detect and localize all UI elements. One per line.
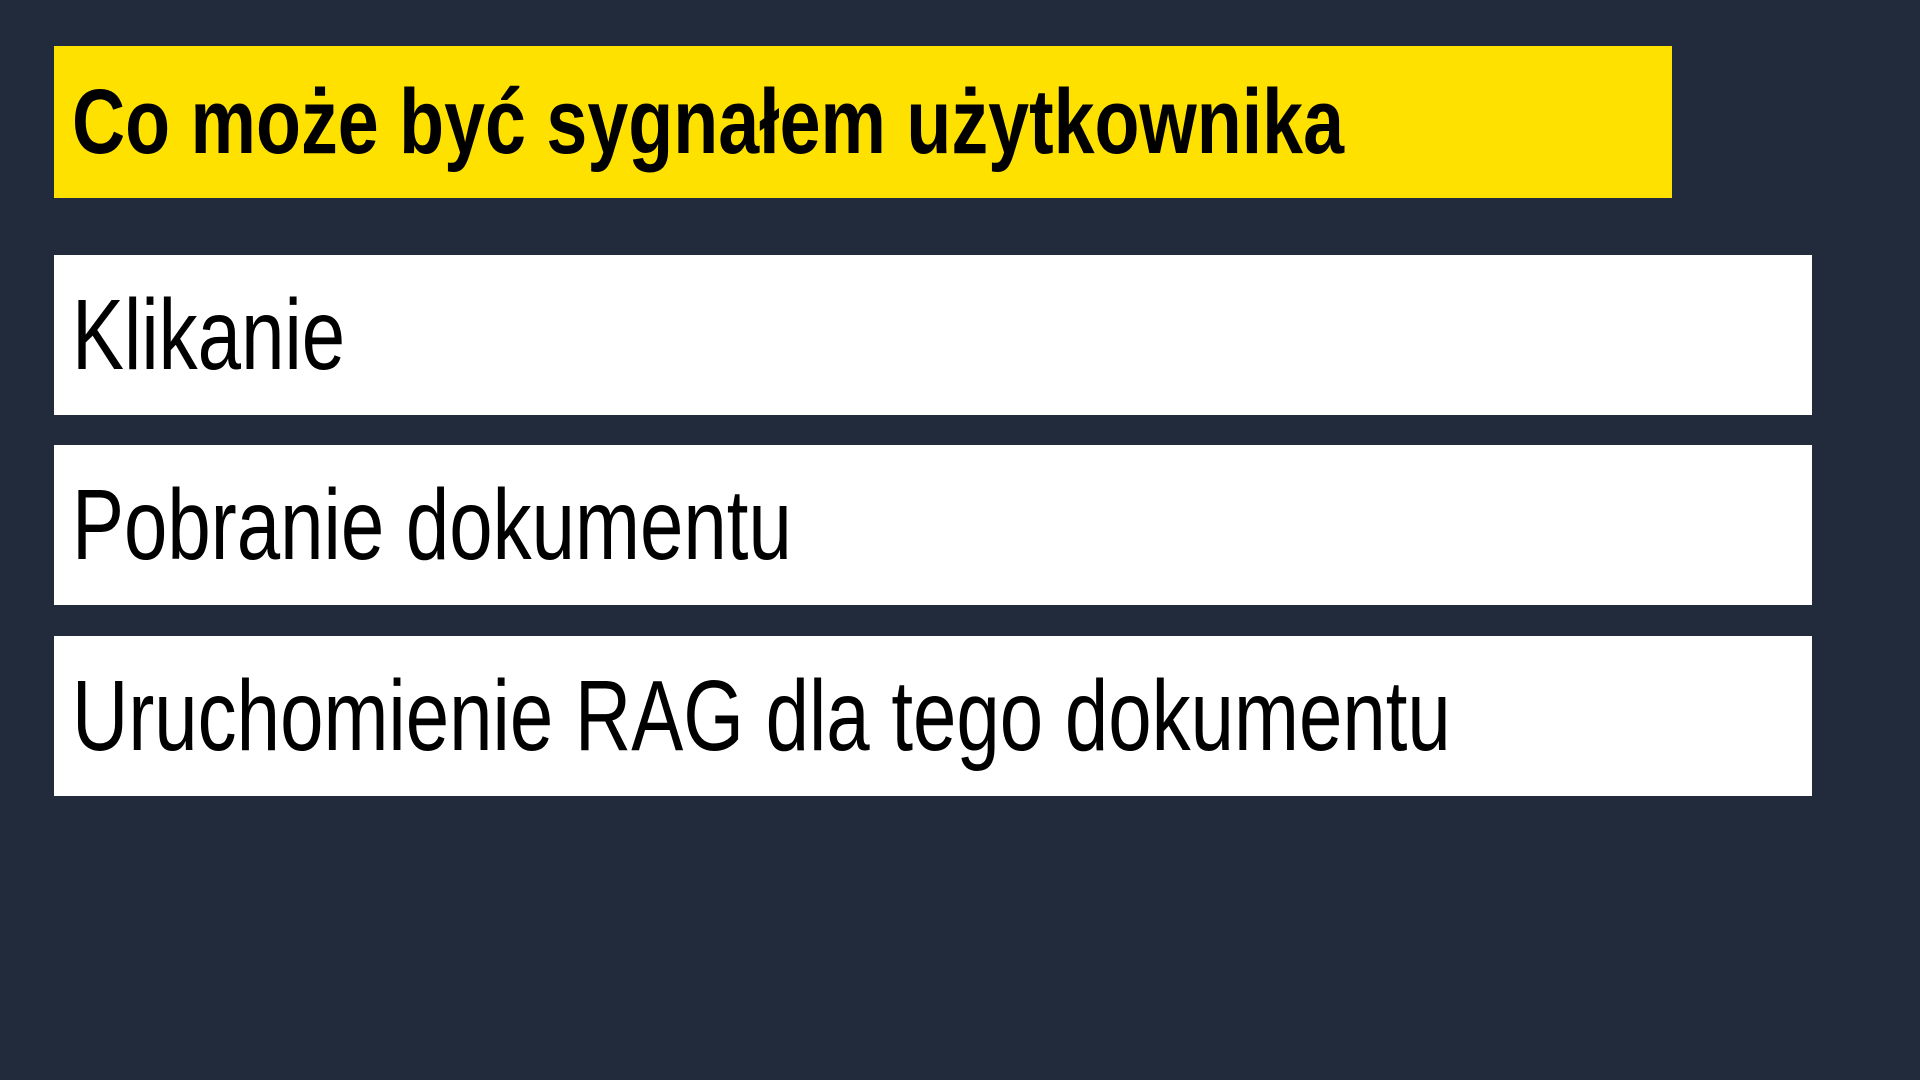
- list-item: Uruchomienie RAG dla tego dokumentu: [54, 636, 1812, 796]
- list-item-label: Pobranie dokumentu: [72, 469, 792, 581]
- slide-title: Co może być sygnałem użytkownika: [72, 71, 1345, 173]
- list-item-label: Klikanie: [72, 279, 346, 391]
- list-item: Pobranie dokumentu: [54, 445, 1812, 605]
- title-banner: Co może być sygnałem użytkownika: [54, 46, 1672, 198]
- list-item: Klikanie: [54, 255, 1812, 415]
- list-item-label: Uruchomienie RAG dla tego dokumentu: [72, 660, 1451, 772]
- slide: Co może być sygnałem użytkownika Klikani…: [0, 0, 1920, 1080]
